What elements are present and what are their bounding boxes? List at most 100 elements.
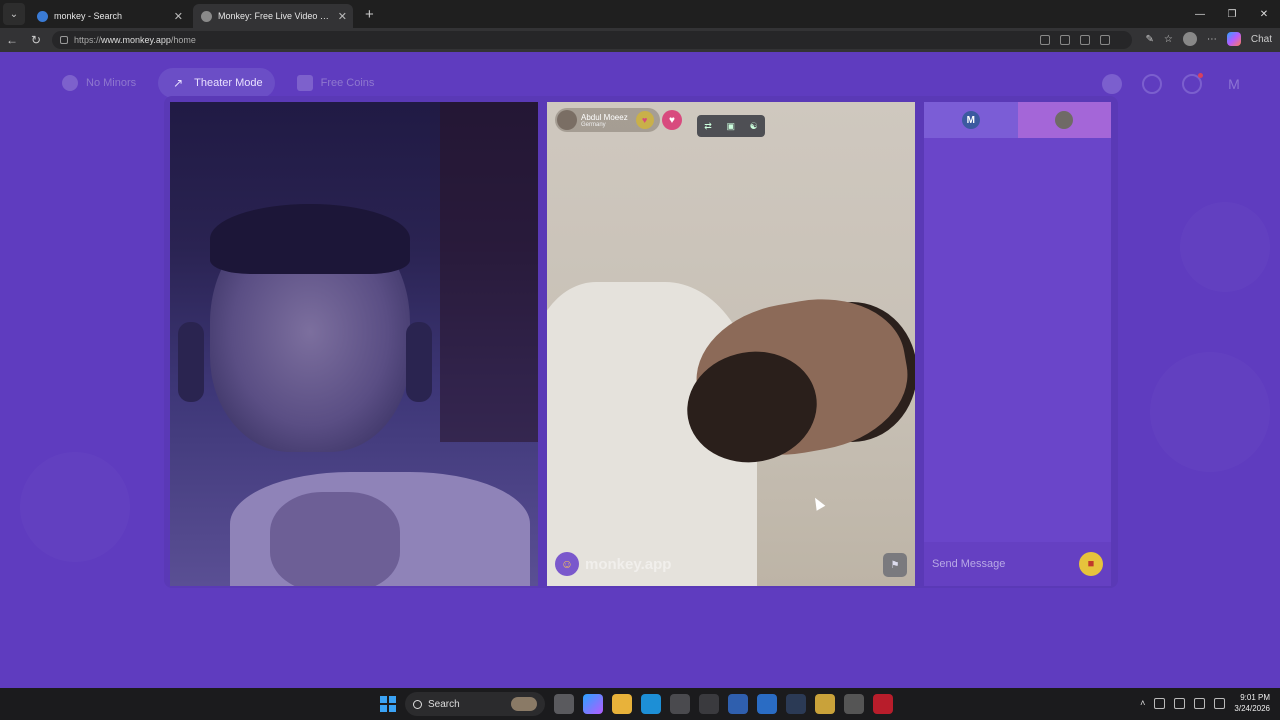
monkey-favicon-icon	[201, 10, 212, 22]
self-avatar: M	[961, 111, 980, 129]
more-menu-icon[interactable]: ⋯	[1207, 34, 1217, 45]
app-install-icon[interactable]	[1040, 35, 1050, 45]
remote-video	[547, 102, 915, 586]
partner-info-chip[interactable]: Abdul Moeez Germany ♥	[555, 108, 660, 132]
address-bar-icons	[1040, 35, 1110, 45]
app-icon[interactable]	[699, 694, 719, 714]
no-minors-icon	[62, 75, 78, 91]
messages-icon[interactable]	[1182, 73, 1203, 94]
close-tab-icon[interactable]: ✕	[174, 10, 183, 23]
taskbar-search[interactable]: Search	[405, 692, 545, 716]
url-path: /home	[170, 35, 196, 45]
close-tab-icon[interactable]: ✕	[338, 10, 347, 23]
profile-icon[interactable]	[1182, 32, 1197, 46]
watermark-text: monkey.app	[585, 555, 672, 573]
partner-name: Abdul Moeez	[581, 112, 628, 122]
browser-tab-monkey[interactable]: Monkey: Free Live Video Chat ✕	[193, 4, 353, 28]
partner-chat-avatar	[1055, 111, 1074, 129]
close-window-button[interactable]: ✕	[1248, 0, 1280, 28]
new-tab-button[interactable]: +	[365, 6, 374, 23]
browser-tools: ✎ ☆ ⋯ Chat	[1146, 32, 1272, 46]
free-coins-button[interactable]: Free Coins	[285, 68, 387, 98]
microphone-icon[interactable]	[1174, 697, 1186, 709]
app-icon[interactable]	[728, 694, 748, 714]
address-toolbar: ← ↻ https://www.monkey.app/home ✎ ☆ ⋯ Ch…	[0, 28, 1280, 52]
gift-icon[interactable]: ♥	[662, 110, 682, 130]
favorites-icon[interactable]: ☆	[1164, 34, 1173, 45]
browser-tab-search[interactable]: monkey - Search ✕	[29, 4, 189, 28]
theater-mode-button[interactable]: ↗ Theater Mode	[158, 68, 275, 98]
browser-tab-bar: ⌄ monkey - Search ✕ Monkey: Free Live Vi…	[0, 0, 1280, 28]
video-tools: ⇄ ▣ ☯	[697, 115, 765, 137]
tray-app-icon[interactable]	[1154, 697, 1166, 709]
tray-overflow-icon[interactable]: ˄	[1140, 698, 1145, 708]
copilot-label[interactable]: Chat	[1251, 34, 1272, 45]
background-decoration	[1180, 202, 1270, 292]
chat-input-row: ■	[924, 542, 1111, 586]
headphone-right	[406, 322, 432, 402]
send-gift-button[interactable]: ■	[1079, 552, 1103, 576]
theater-mode-label: Theater Mode	[194, 77, 263, 89]
restore-button[interactable]: ❐	[1216, 0, 1248, 28]
video-person-hand	[270, 492, 400, 586]
chat-tab-self[interactable]: M	[924, 102, 1018, 138]
task-view-icon[interactable]	[554, 694, 574, 714]
translate-icon[interactable]: ☯	[750, 121, 758, 132]
copilot-icon[interactable]	[1226, 32, 1241, 46]
chat-tab-partner[interactable]	[1017, 102, 1111, 138]
file-explorer-icon[interactable]	[612, 694, 632, 714]
background-decoration	[20, 452, 130, 562]
expand-icon: ↗	[173, 76, 184, 90]
extensions-icon[interactable]: ✎	[1146, 34, 1154, 45]
store-icon[interactable]	[670, 694, 690, 714]
history-icon[interactable]	[1142, 74, 1162, 94]
settings-icon[interactable]	[844, 694, 864, 714]
mail-icon[interactable]	[757, 694, 777, 714]
windows-start-icon[interactable]	[380, 696, 396, 712]
url-prefix: https://	[74, 35, 102, 45]
coin-balance-icon[interactable]	[1102, 74, 1122, 94]
monkey-watermark: ☺ monkey.app	[555, 552, 671, 576]
tab-actions-menu-button[interactable]: ⌄	[3, 3, 25, 25]
copilot-app-icon[interactable]	[583, 694, 603, 714]
partner-country: Germany	[581, 121, 606, 128]
video-person-hair	[210, 204, 410, 274]
clock[interactable]: 9:01 PM 3/24/2026	[1234, 692, 1270, 714]
taskbar-apps: Search	[380, 692, 893, 716]
monkey-logo-icon: ☺	[555, 552, 579, 576]
like-heart-icon[interactable]: ♥	[635, 111, 654, 129]
background-decoration	[1150, 352, 1270, 472]
camera-icon[interactable]	[1100, 35, 1110, 45]
app-icon[interactable]	[873, 694, 893, 714]
windows-taskbar: Search ˄ 9:01 PM 3/24/2026	[0, 688, 1280, 720]
coins-icon	[296, 75, 313, 91]
search-icon	[413, 699, 422, 709]
site-info-icon[interactable]	[60, 36, 68, 44]
refresh-button[interactable]: ↻	[24, 33, 48, 47]
no-minors-label: No Minors	[86, 77, 137, 89]
clock-date: 3/24/2026	[1234, 704, 1270, 713]
video-shadow	[440, 102, 538, 442]
profile-avatar[interactable]: M	[1222, 72, 1246, 96]
reader-icon[interactable]	[1060, 35, 1070, 45]
favorite-star-icon[interactable]	[1080, 35, 1090, 45]
partner-avatar	[557, 110, 577, 130]
no-minors-button[interactable]: No Minors	[50, 68, 148, 98]
app-icon[interactable]	[815, 694, 835, 714]
window-controls: — ❐ ✕	[1184, 0, 1280, 28]
search-highlight-icon	[511, 697, 537, 711]
pip-icon[interactable]: ▣	[726, 121, 735, 132]
steam-icon[interactable]	[786, 694, 806, 714]
report-icon[interactable]: ⚑	[883, 553, 907, 577]
top-nav: No Minors ↗ Theater Mode Free Coins	[50, 68, 386, 98]
back-button[interactable]: ←	[0, 33, 24, 47]
send-message-input[interactable]	[932, 558, 1079, 570]
edge-browser-icon[interactable]	[641, 694, 661, 714]
volume-icon[interactable]	[1214, 697, 1226, 709]
swap-view-icon[interactable]: ⇄	[704, 121, 712, 132]
chat-participants: M	[924, 102, 1111, 138]
top-right-actions: M	[1102, 72, 1246, 96]
network-icon[interactable]	[1194, 697, 1206, 709]
minimize-button[interactable]: —	[1184, 0, 1216, 28]
url-field[interactable]: https://www.monkey.app/home	[52, 31, 1132, 49]
